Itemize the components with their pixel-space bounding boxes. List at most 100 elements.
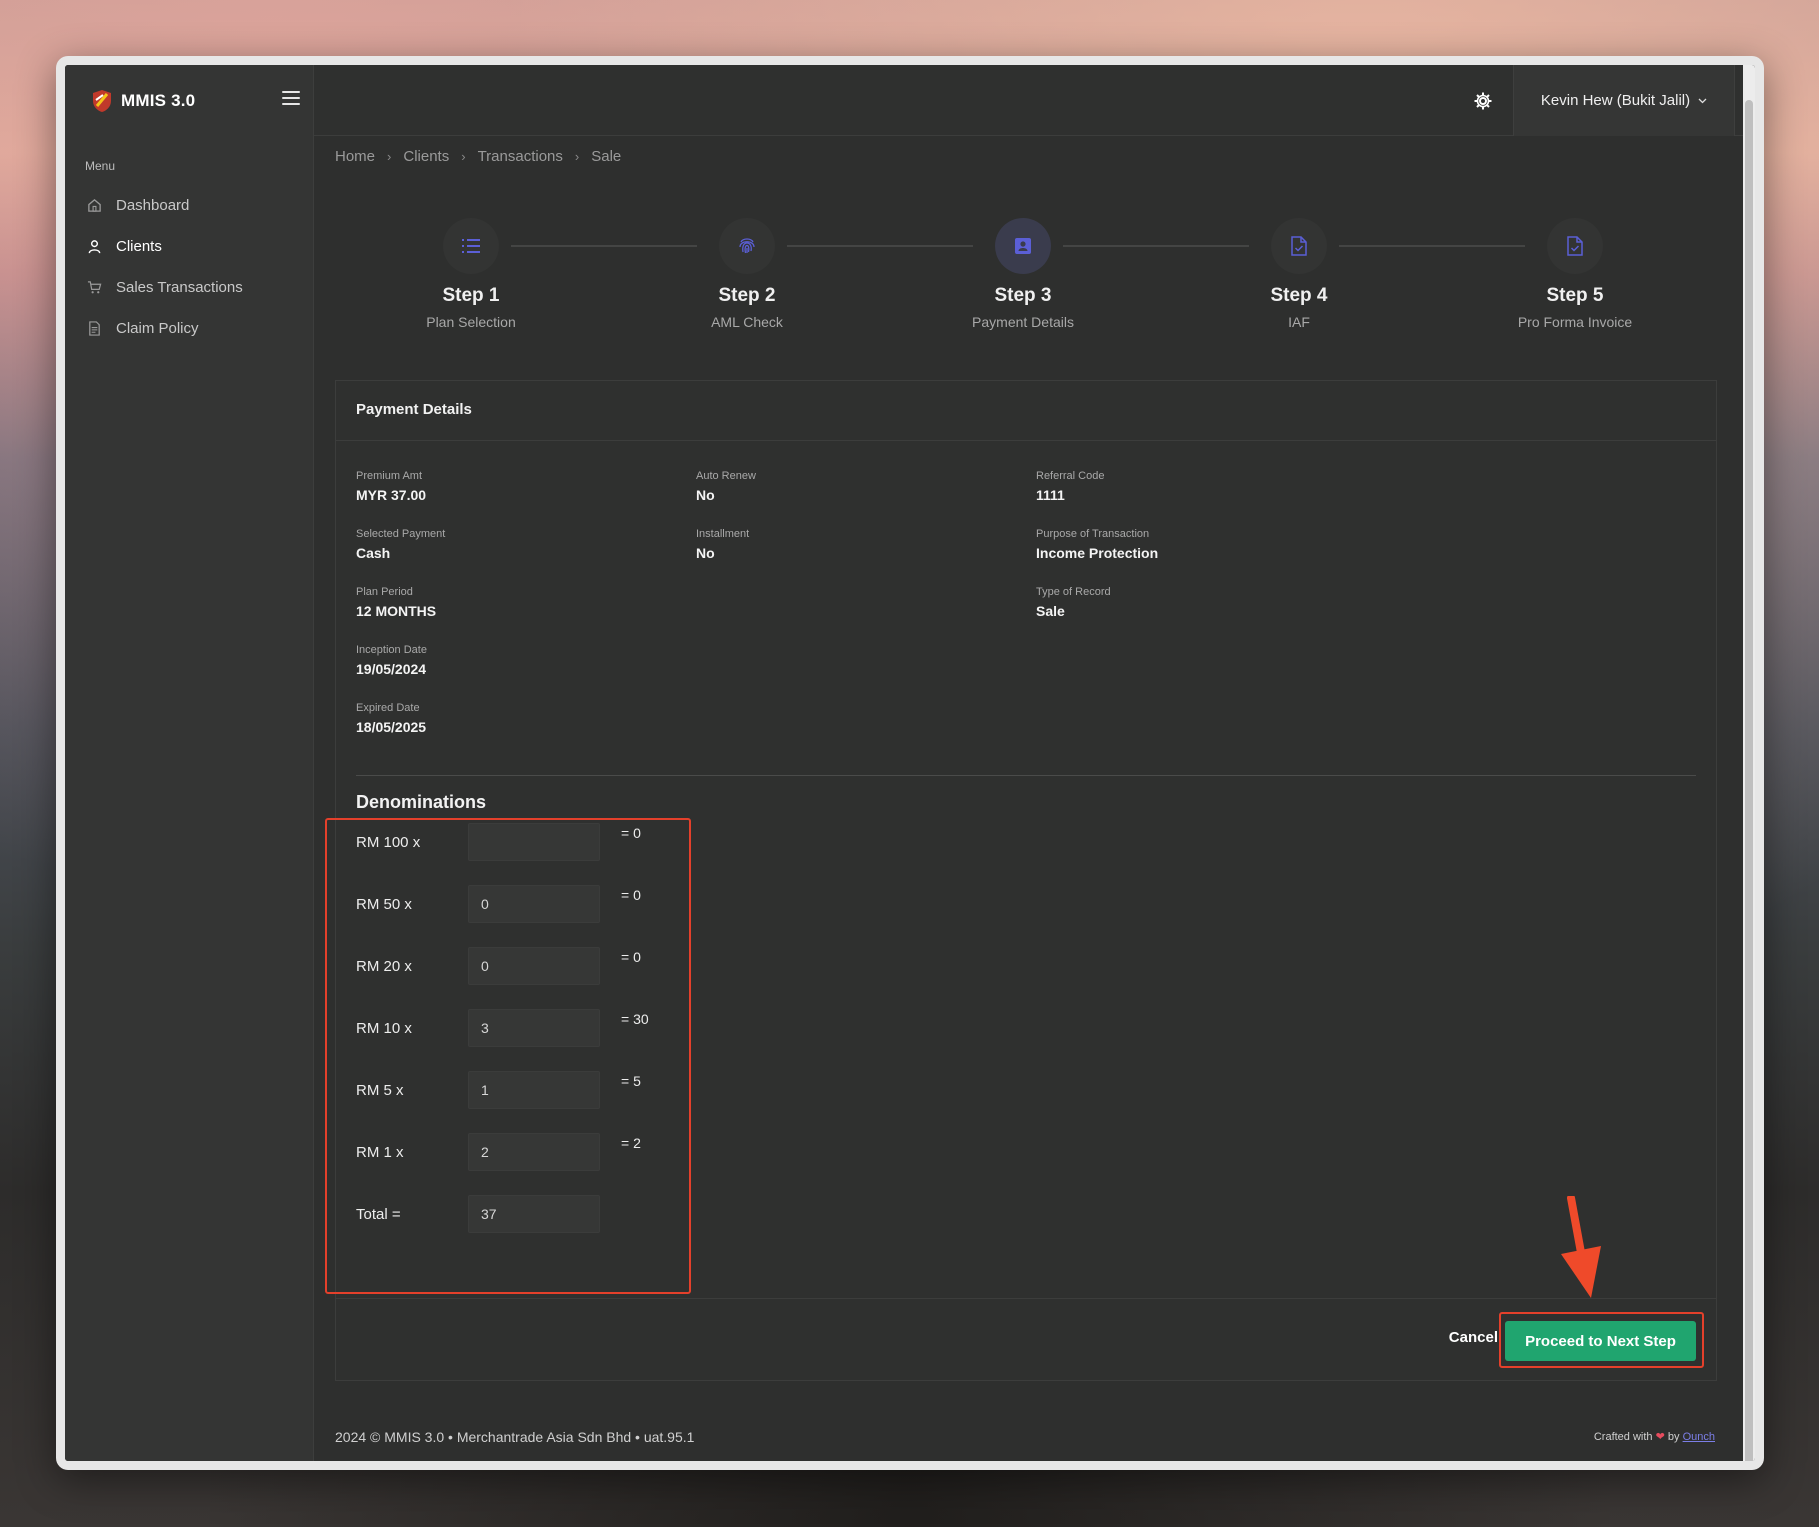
denom-input-rm20[interactable]: [468, 947, 600, 985]
app-name: MMIS 3.0: [121, 91, 196, 110]
field-value: 19/05/2024: [356, 661, 427, 677]
chevron-down-icon: [1698, 98, 1707, 103]
brand[interactable]: MMIS 3.0: [91, 89, 195, 113]
payment-details-card: Payment Details Premium Amt MYR 37.00 Se…: [325, 380, 1717, 1381]
step-title: Step 2: [718, 285, 776, 306]
settings-gear-icon[interactable]: [1473, 91, 1493, 111]
step-1[interactable]: Step 1 Plan Selection: [371, 218, 571, 330]
file-check-icon: [1291, 236, 1307, 256]
field-label: Installment: [696, 528, 750, 540]
installment: Installment No: [696, 528, 749, 561]
denom-result: = 5: [621, 1073, 641, 1089]
denom-row-rm100: RM 100 x = 0: [356, 823, 676, 863]
sidebar: MMIS 3.0 Menu Dashboard Clients Sales Tr…: [65, 65, 314, 1461]
field-value: Income Protection: [1036, 545, 1159, 561]
denom-label: RM 1 x: [356, 1144, 404, 1161]
denom-row-rm5: RM 5 x = 5: [356, 1071, 676, 1111]
field-value: 12 MONTHS: [356, 603, 437, 619]
step-circle: [1547, 218, 1603, 274]
breadcrumb-transactions[interactable]: Transactions: [478, 148, 563, 165]
copyright-text: 2024 © MMIS 3.0 • Merchantrade Asia Sdn …: [335, 1429, 695, 1445]
cart-icon: [87, 281, 102, 294]
step-subtitle: Payment Details: [972, 314, 1074, 330]
page-footer: 2024 © MMIS 3.0 • Merchantrade Asia Sdn …: [335, 1429, 1715, 1445]
denom-result: = 2: [621, 1135, 641, 1151]
denom-label: RM 100 x: [356, 834, 421, 851]
sidebar-item-label: Clients: [116, 238, 162, 255]
vertical-scrollbar[interactable]: [1743, 65, 1755, 1461]
denom-input-rm5[interactable]: [468, 1071, 600, 1109]
denom-input-rm10[interactable]: [468, 1009, 600, 1047]
sidebar-nav: Dashboard Clients Sales Transactions Cla…: [87, 185, 297, 349]
sidebar-item-claim-policy[interactable]: Claim Policy: [87, 308, 297, 349]
menu-title: Menu: [85, 159, 116, 173]
step-5[interactable]: Step 5 Pro Forma Invoice: [1475, 218, 1675, 330]
step-title: Step 3: [994, 285, 1052, 306]
home-icon: [88, 199, 101, 212]
field-label: Inception Date: [356, 644, 427, 656]
author-link[interactable]: Ounch: [1683, 1431, 1715, 1443]
breadcrumb-home[interactable]: Home: [335, 148, 375, 165]
field-value: MYR 37.00: [356, 487, 427, 503]
denom-label: RM 20 x: [356, 958, 412, 975]
denom-label: RM 10 x: [356, 1020, 412, 1037]
user-menu[interactable]: Kevin Hew (Bukit Jalil): [1513, 65, 1735, 136]
user-icon: [88, 240, 101, 254]
auto-renew: Auto Renew No: [696, 470, 756, 503]
denom-label: RM 50 x: [356, 896, 412, 913]
sidebar-item-clients[interactable]: Clients: [87, 226, 297, 267]
selected-payment: Selected Payment Cash: [356, 528, 445, 561]
breadcrumb-current: Sale: [591, 148, 622, 165]
list-icon: [462, 239, 480, 253]
inception-date: Inception Date 19/05/2024: [356, 644, 427, 677]
type-of-record: Type of Record Sale: [1036, 586, 1111, 619]
denom-input-rm50[interactable]: [468, 885, 600, 923]
plan-period: Plan Period 12 MONTHS: [356, 586, 436, 619]
shield-logo-icon: [93, 90, 111, 112]
step-title: Step 4: [1270, 285, 1328, 306]
step-circle: [719, 218, 775, 274]
step-subtitle: Pro Forma Invoice: [1517, 314, 1633, 330]
field-value: No: [696, 487, 715, 503]
denom-input-rm100[interactable]: [468, 823, 600, 861]
topbar: Kevin Hew (Bukit Jalil): [314, 65, 1755, 136]
field-label: Selected Payment: [356, 528, 446, 540]
purpose-of-transaction: Purpose of Transaction Income Protection: [1036, 528, 1158, 561]
sidebar-item-sales-transactions[interactable]: Sales Transactions: [87, 267, 297, 308]
wizard-stepper: Step 1 Plan Selection Step 2 AML Check S…: [335, 218, 1715, 338]
denom-input-rm1[interactable]: [468, 1133, 600, 1171]
section-divider: [356, 775, 1696, 776]
annotation-arrow-icon: [1561, 1196, 1601, 1298]
breadcrumb-separator-icon: ›: [574, 149, 580, 164]
denom-row-rm10: RM 10 x = 30: [356, 1009, 676, 1049]
expired-date: Expired Date 18/05/2025: [356, 702, 426, 735]
denom-result: = 0: [621, 887, 641, 903]
cancel-button[interactable]: Cancel: [1449, 1329, 1498, 1346]
step-circle: [1271, 218, 1327, 274]
premium-amt: Premium Amt MYR 37.00: [356, 470, 426, 503]
step-2[interactable]: Step 2 AML Check: [647, 218, 847, 330]
step-3[interactable]: Step 3 Payment Details: [923, 218, 1123, 330]
denom-row-rm20: RM 20 x = 0: [356, 947, 676, 987]
denom-total-row: Total =: [356, 1195, 676, 1235]
menu-toggle-icon[interactable]: [282, 89, 300, 107]
sidebar-item-dashboard[interactable]: Dashboard: [87, 185, 297, 226]
proceed-next-step-button[interactable]: Proceed to Next Step: [1505, 1321, 1696, 1361]
step-subtitle: AML Check: [711, 314, 783, 330]
contact-card-icon: [1015, 238, 1031, 254]
breadcrumb-clients[interactable]: Clients: [403, 148, 449, 165]
step-subtitle: Plan Selection: [426, 314, 516, 330]
referral-code: Referral Code 1111: [1036, 470, 1104, 503]
total-input[interactable]: [468, 1195, 600, 1233]
step-subtitle: IAF: [1288, 314, 1310, 330]
crafted-prefix: Crafted with: [1593, 1431, 1653, 1443]
field-label: Auto Renew: [696, 470, 756, 482]
field-label: Type of Record: [1036, 586, 1111, 598]
card-title: Payment Details: [336, 381, 1716, 441]
field-value: 1111: [1036, 487, 1065, 503]
sidebar-item-label: Dashboard: [116, 197, 190, 214]
fingerprint-icon: [739, 238, 755, 254]
field-label: Referral Code: [1036, 470, 1105, 482]
scrollbar-thumb[interactable]: [1745, 100, 1753, 1461]
step-4[interactable]: Step 4 IAF: [1199, 218, 1399, 330]
